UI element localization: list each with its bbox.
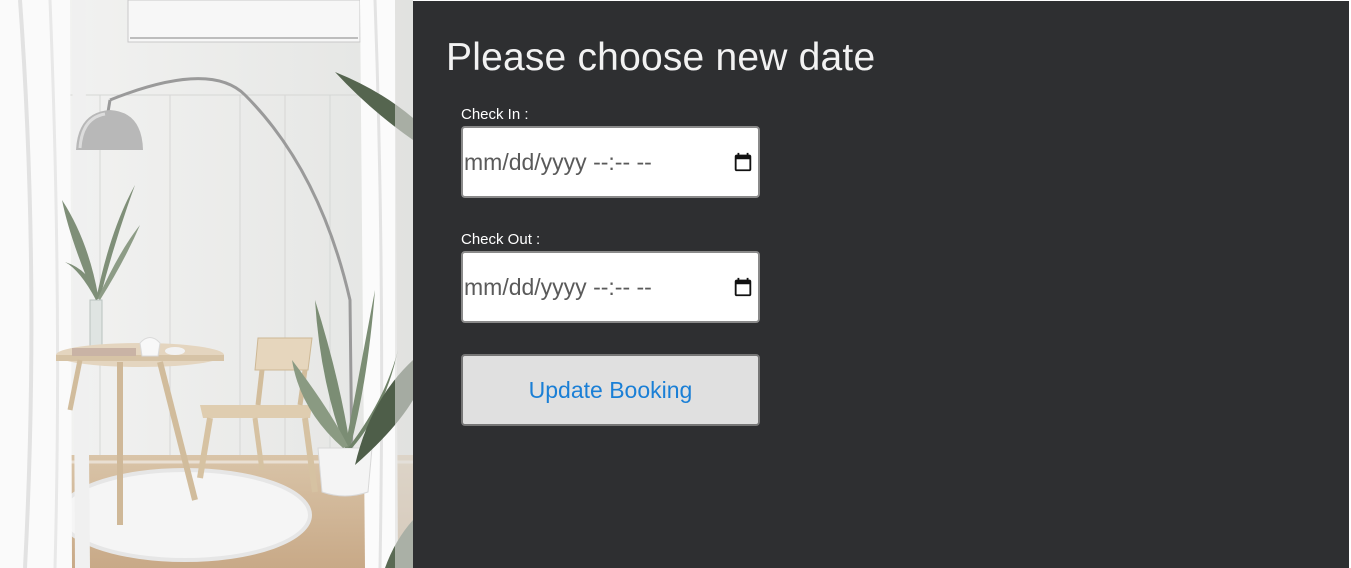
page-title: Please choose new date xyxy=(446,36,876,79)
booking-form-panel: Please choose new date Check In : mm/dd/… xyxy=(413,1,1349,568)
calendar-icon[interactable] xyxy=(732,276,754,298)
interior-photo xyxy=(0,0,413,568)
check-in-input[interactable]: mm/dd/yyyy --:-- -- xyxy=(461,126,760,198)
check-in-value: mm/dd/yyyy --:-- -- xyxy=(464,148,652,175)
calendar-icon[interactable] xyxy=(732,151,754,173)
booking-page: Please choose new date Check In : mm/dd/… xyxy=(0,0,1351,568)
update-booking-button[interactable]: Update Booking xyxy=(461,354,760,426)
check-out-input[interactable]: mm/dd/yyyy --:-- -- xyxy=(461,251,760,323)
check-out-value: mm/dd/yyyy --:-- -- xyxy=(464,273,652,300)
check-in-label: Check In : xyxy=(461,106,529,123)
interior-illustration xyxy=(0,0,413,568)
check-out-label: Check Out : xyxy=(461,231,541,248)
